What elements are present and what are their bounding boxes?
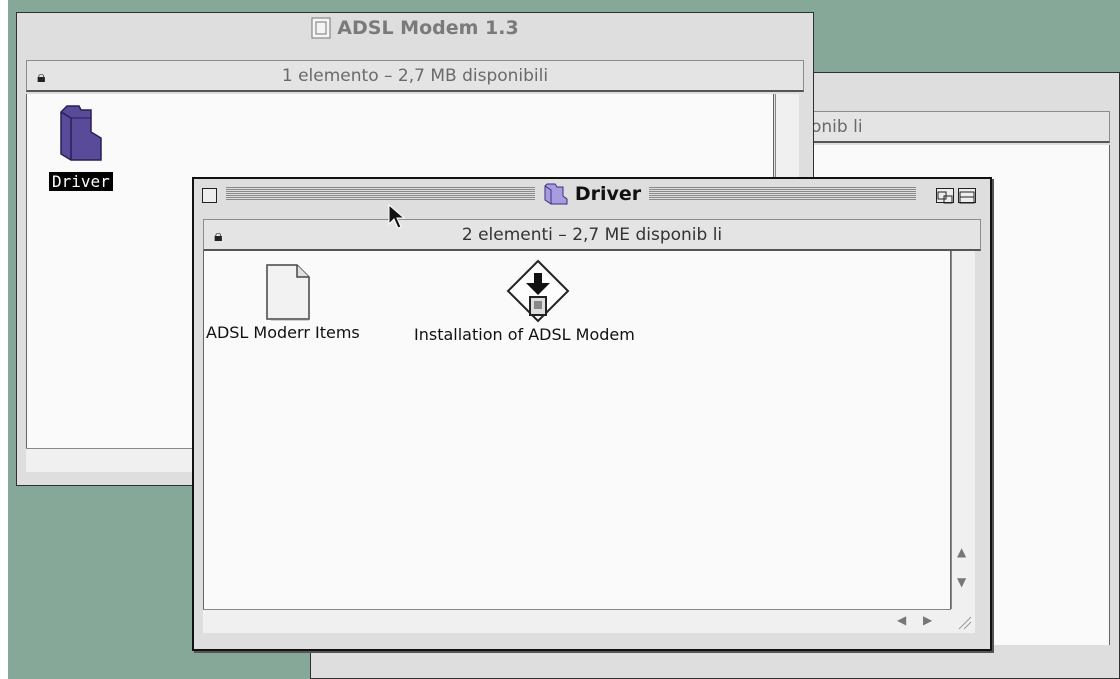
driver-window-vertical-scrollbar[interactable]: ▲ ▼ bbox=[951, 251, 975, 609]
installer-icon bbox=[506, 259, 570, 323]
scroll-up-arrow-icon[interactable]: ▲ bbox=[957, 545, 966, 559]
adsl-window-titlebar[interactable]: ADSL Modem 1.3 bbox=[17, 13, 813, 43]
desktop: onib li ADSL Modem 1.3 🔒︎ 1 elemento – 2… bbox=[8, 0, 1120, 679]
adsl-modem-items-label: ADSL Moderr Items bbox=[206, 323, 360, 342]
adsl-window-title-text: ADSL Modem 1.3 bbox=[337, 17, 519, 39]
installation-adsl-modem-label: Installation of ADSL Modem bbox=[414, 325, 635, 344]
adsl-window-infobar: 🔒︎ 1 elemento – 2,7 MB disponibili bbox=[26, 60, 804, 92]
installation-adsl-modem-file[interactable]: Installation of ADSL Modem bbox=[412, 259, 682, 344]
driver-window-horizontal-scrollbar[interactable]: ◀ ▶ bbox=[203, 609, 951, 633]
driver-window[interactable]: Driver 🔒︎ 2 elementi – 2,7 ME disponib l… bbox=[192, 177, 992, 651]
driver-window-content[interactable]: ADSL Moderr Items Installation of ADSL M… bbox=[203, 251, 951, 609]
folder-icon bbox=[544, 183, 568, 205]
collapse-box-icon[interactable] bbox=[958, 188, 976, 204]
adsl-modem-items-file[interactable]: ADSL Moderr Items bbox=[204, 263, 394, 343]
driver-window-titlebar[interactable]: Driver bbox=[194, 179, 990, 209]
driver-window-info-text: 2 elementi – 2,7 ME disponib li bbox=[461, 224, 723, 245]
scroll-down-arrow-icon[interactable]: ▼ bbox=[957, 575, 966, 589]
document-icon bbox=[311, 17, 331, 39]
adsl-window-info-text: 1 elemento – 2,7 MB disponibili bbox=[281, 65, 549, 86]
document-icon bbox=[266, 264, 310, 321]
scroll-right-arrow-icon[interactable]: ▶ bbox=[923, 613, 932, 627]
lock-icon: 🔒︎ bbox=[214, 226, 223, 245]
resize-grip-icon[interactable] bbox=[951, 609, 975, 633]
background-window-info-text: onib li bbox=[811, 116, 863, 137]
scroll-left-arrow-icon[interactable]: ◀ bbox=[897, 613, 906, 627]
folder-icon bbox=[60, 105, 102, 161]
driver-window-title-text: Driver bbox=[574, 183, 642, 205]
mouse-cursor-icon bbox=[388, 204, 406, 229]
zoom-box-icon[interactable] bbox=[936, 188, 954, 204]
close-box-icon[interactable] bbox=[202, 188, 217, 203]
driver-window-title: Driver bbox=[534, 182, 650, 206]
driver-window-infobar: 🔒︎ 2 elementi – 2,7 ME disponib li bbox=[203, 219, 981, 251]
adsl-window-title: ADSL Modem 1.3 bbox=[303, 17, 527, 39]
driver-folder-label: Driver bbox=[49, 172, 113, 191]
lock-icon: 🔒︎ bbox=[37, 67, 46, 86]
